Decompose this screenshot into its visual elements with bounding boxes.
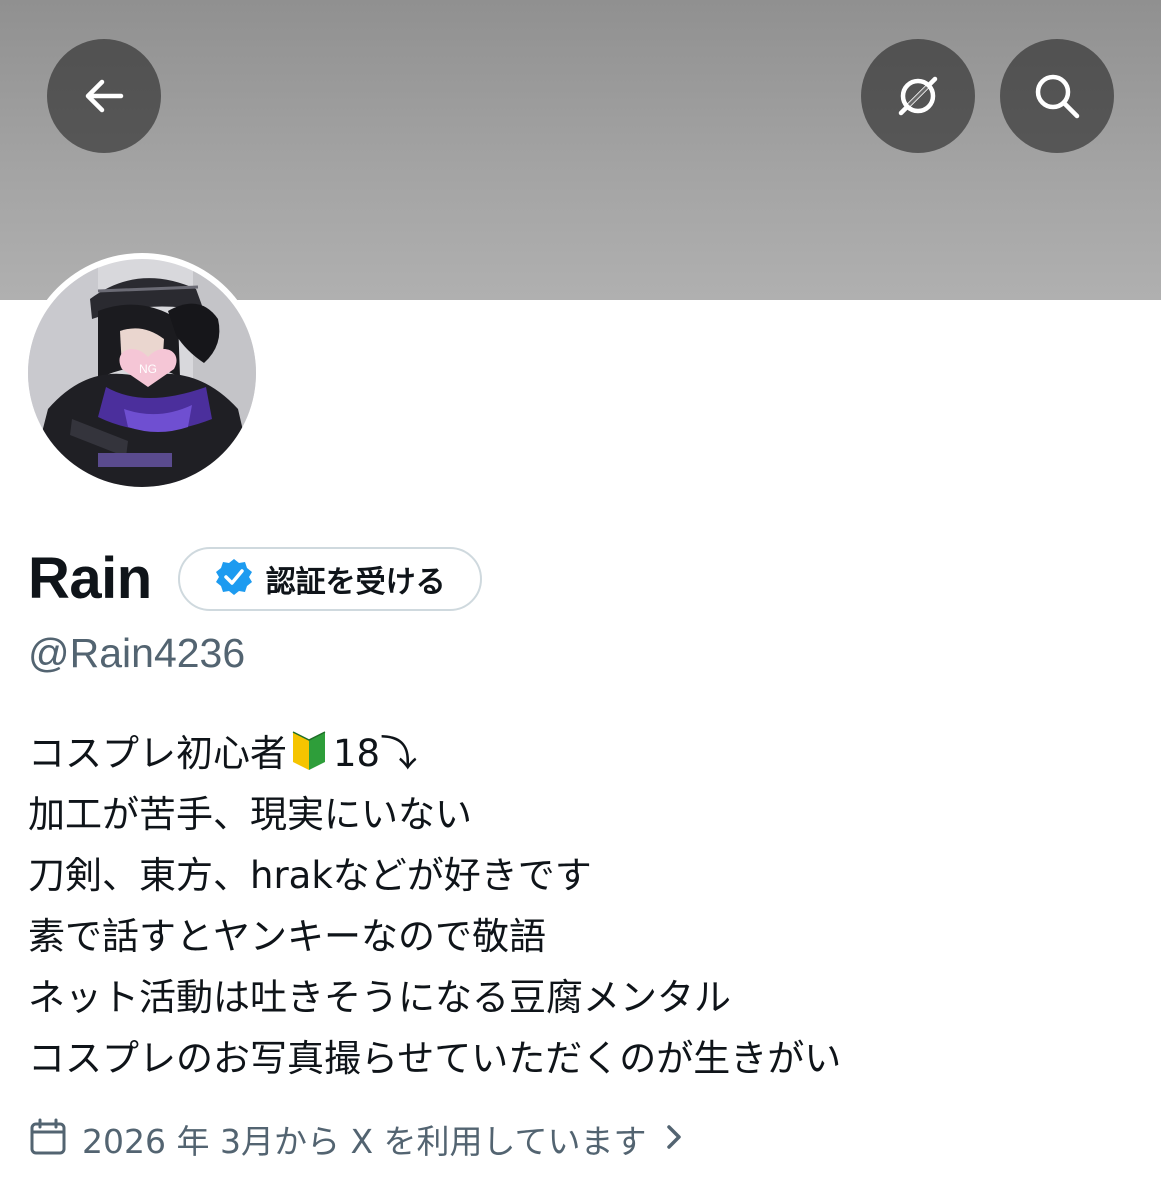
search-icon xyxy=(1031,70,1083,122)
bio-text: コスプレ初心者 xyxy=(28,732,287,775)
bio-text: 18⤵︎ xyxy=(333,732,418,775)
bio-line: 素で話すとヤンキーなので敬語 xyxy=(28,915,546,958)
bio-line: 加工が苦手、現実にいない xyxy=(28,793,472,836)
avatar-frame[interactable]: NG xyxy=(22,253,262,493)
bio-line: コスプレのお写真撮らせていただくのが生きがい xyxy=(28,1037,842,1080)
back-button[interactable] xyxy=(47,39,161,153)
bio-line: ネット活動は吐きそうになる豆腐メンタル xyxy=(28,976,731,1019)
get-verified-label: 認証を受ける xyxy=(265,565,446,600)
avatar[interactable]: NG xyxy=(28,259,256,487)
get-verified-button[interactable]: 認証を受ける xyxy=(177,547,482,611)
avatar-sticker-text: NG xyxy=(139,362,157,376)
profile-bio: コスプレ初心者 18⤵︎ 加工が苦手、現実にいない 刀剣、東方、hrakなどが好き… xyxy=(28,723,1138,1089)
grok-icon xyxy=(891,69,945,123)
profile-handle: @Rain4236 xyxy=(28,630,246,676)
profile-banner[interactable] xyxy=(0,0,1161,300)
profile-page: NG Rain 認証を受ける @Rain4236 コスプレ初心者 18⤵︎ 加工が… xyxy=(0,0,1161,1200)
bio-line: コスプレ初心者 18⤵︎ xyxy=(28,723,1138,784)
calendar-icon xyxy=(28,1117,68,1161)
bio-line: 刀剣、東方、hrakなどが好きです xyxy=(28,854,592,897)
chevron-right-icon xyxy=(663,1122,685,1156)
joined-date-row[interactable]: 2026 年 3月から X を利用しています xyxy=(28,1113,685,1165)
search-button[interactable] xyxy=(1000,39,1114,153)
verified-badge-icon xyxy=(214,557,254,601)
beginner-mark-icon xyxy=(291,729,327,790)
display-name: Rain xyxy=(28,546,152,611)
grok-button[interactable] xyxy=(861,39,975,153)
joined-date-text: 2026 年 3月から X を利用しています xyxy=(82,1122,647,1161)
arrow-left-icon xyxy=(81,73,127,119)
name-row: Rain 認証を受ける xyxy=(28,543,482,615)
